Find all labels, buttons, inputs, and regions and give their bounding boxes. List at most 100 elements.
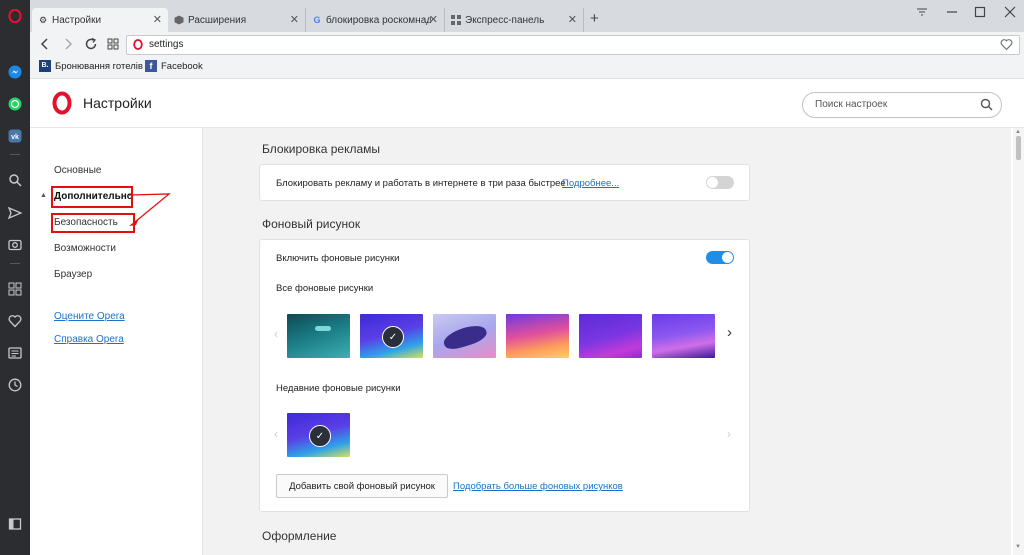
address-bar: settings [30,32,1024,56]
more-wallpapers-link[interactable]: Подобрать больше фоновых рисунков [453,481,623,492]
minimize-icon[interactable] [946,6,958,21]
forward-icon[interactable] [62,37,74,54]
annotation-box-security [51,213,135,233]
opera-menu-icon[interactable] [7,8,23,24]
help-opera-link[interactable]: Справка Opera [54,334,124,345]
scroll-down-icon[interactable]: ▼ [1015,544,1021,550]
close-icon[interactable]: ✕ [429,13,438,26]
chevron-left-icon[interactable]: ‹ [274,327,278,341]
check-icon: ✓ [309,425,331,447]
check-icon: ✓ [382,326,404,348]
tab-label: блокировка роскомнадз [326,14,431,26]
close-icon[interactable]: ✕ [153,13,162,26]
chevron-right-icon[interactable]: › [727,427,731,441]
gear-icon: ⚙ [38,14,48,25]
appearance-section-title: Оформление [262,529,337,543]
cube-icon [174,15,184,25]
adblock-text: Блокировать рекламу и работать в интерне… [276,178,566,189]
adblock-toggle[interactable] [706,176,734,189]
settings-nav: Основные ▲ Дополнительно Безопасность Во… [30,128,203,555]
add-wallpaper-button[interactable]: Добавить свой фоновый рисунок [276,474,448,498]
search-icon[interactable] [980,98,993,114]
tab-label: Экспресс-панель [465,14,545,26]
heart-icon[interactable] [7,313,23,329]
grid-icon [451,15,461,25]
sidebar-toggle-icon[interactable] [7,516,23,532]
wallpaper-thumb-selected[interactable]: ✓ [360,314,423,358]
tab-speed-dial[interactable]: Экспресс-панель ✕ [445,8,584,32]
recent-wallpaper-thumb[interactable]: ✓ [287,413,350,457]
wallpaper-section-title: Фоновый рисунок [262,217,361,231]
adblock-card: Блокировать рекламу и работать в интерне… [259,164,750,201]
adblock-more-link[interactable]: Подробнее... [562,178,619,189]
collapse-arrow-icon[interactable]: ▲ [40,192,47,199]
bookmarks-bar: B. Бронювання готелів f Facebook [30,56,1024,79]
wallpaper-thumb[interactable] [287,314,350,358]
annotation-arrow [128,193,171,226]
annotation-box-advanced [51,186,133,208]
svg-text:vk: vk [11,134,19,141]
back-icon[interactable] [39,37,51,54]
url-text: settings [149,39,184,50]
tab-google-search[interactable]: G блокировка роскомнадз ✕ [306,8,445,32]
search-icon[interactable] [7,172,23,188]
tab-menu-icon[interactable] [916,6,928,21]
whatsapp-icon[interactable] [7,96,23,112]
bookmark-label: Бронювання готелів [55,60,143,72]
nav-browser[interactable]: Браузер [54,269,92,280]
chevron-right-icon[interactable]: › [727,324,732,341]
reload-icon[interactable] [84,37,98,54]
adblock-section-title: Блокировка рекламы [262,142,381,156]
bookmark-facebook[interactable]: f Facebook [145,60,203,72]
history-icon[interactable] [7,377,23,393]
send-icon[interactable] [7,205,23,221]
news-icon[interactable] [7,345,23,361]
wallpaper-thumb[interactable] [506,314,569,358]
opera-logo-icon [52,91,72,118]
settings-search-input[interactable]: Поиск настроек [802,92,1002,118]
camera-icon[interactable] [7,236,23,252]
opera-page-icon [133,39,143,53]
tab-bar: ⚙ Настройки ✕ Расширения ✕ G блокировка … [30,0,1024,33]
grid-icon[interactable] [7,281,23,297]
wallpaper-toggle[interactable] [706,251,734,264]
settings-header: Настройки Поиск настроек [30,79,1024,128]
close-window-icon[interactable] [1004,6,1016,21]
nav-features[interactable]: Возможности [54,243,116,254]
scrollbar[interactable]: ▲ ▼ [1013,128,1024,555]
messenger-icon[interactable] [7,64,23,80]
google-icon: G [313,15,321,25]
tab-label: Настройки [52,14,102,26]
settings-content: Блокировка рекламы Блокировать рекламу и… [203,128,1011,555]
chevron-left-icon[interactable]: ‹ [274,427,278,441]
vk-icon[interactable]: vk [7,128,23,144]
page-title: Настройки [83,95,152,111]
scrollbar-thumb[interactable] [1016,136,1021,160]
wallpaper-thumb[interactable] [652,314,715,358]
close-icon[interactable]: ✕ [568,13,577,26]
scroll-up-icon[interactable]: ▲ [1015,129,1021,135]
wallpaper-thumb[interactable] [433,314,496,358]
opera-sidebar: vk [0,0,30,555]
tabs-grid-icon[interactable] [107,38,119,53]
bookmark-heart-icon[interactable] [1000,38,1013,54]
nav-basic[interactable]: Основные [54,165,101,176]
wallpaper-card: Включить фоновые рисунки Все фоновые рис… [259,239,750,512]
facebook-icon: f [145,60,157,72]
all-wallpapers-label: Все фоновые рисунки [276,283,374,294]
bookmark-label: Facebook [161,60,203,72]
tab-extensions[interactable]: Расширения ✕ [168,8,306,32]
wallpaper-thumb[interactable] [579,314,642,358]
rate-opera-link[interactable]: Оцените Opera [54,311,125,322]
add-wallpaper-label: Добавить свой фоновый рисунок [289,480,435,492]
new-tab-button[interactable]: + [590,10,599,27]
search-placeholder: Поиск настроек [815,99,888,110]
recent-wallpapers-label: Недавние фоновые рисунки [276,383,401,394]
bookmark-booking[interactable]: B. Бронювання готелів [39,60,143,72]
maximize-icon[interactable] [974,6,986,21]
booking-icon: B. [39,60,51,72]
tab-label: Расширения [188,14,247,26]
close-icon[interactable]: ✕ [290,13,299,26]
tab-settings[interactable]: ⚙ Настройки ✕ [32,8,168,32]
url-field[interactable]: settings [126,35,1020,55]
